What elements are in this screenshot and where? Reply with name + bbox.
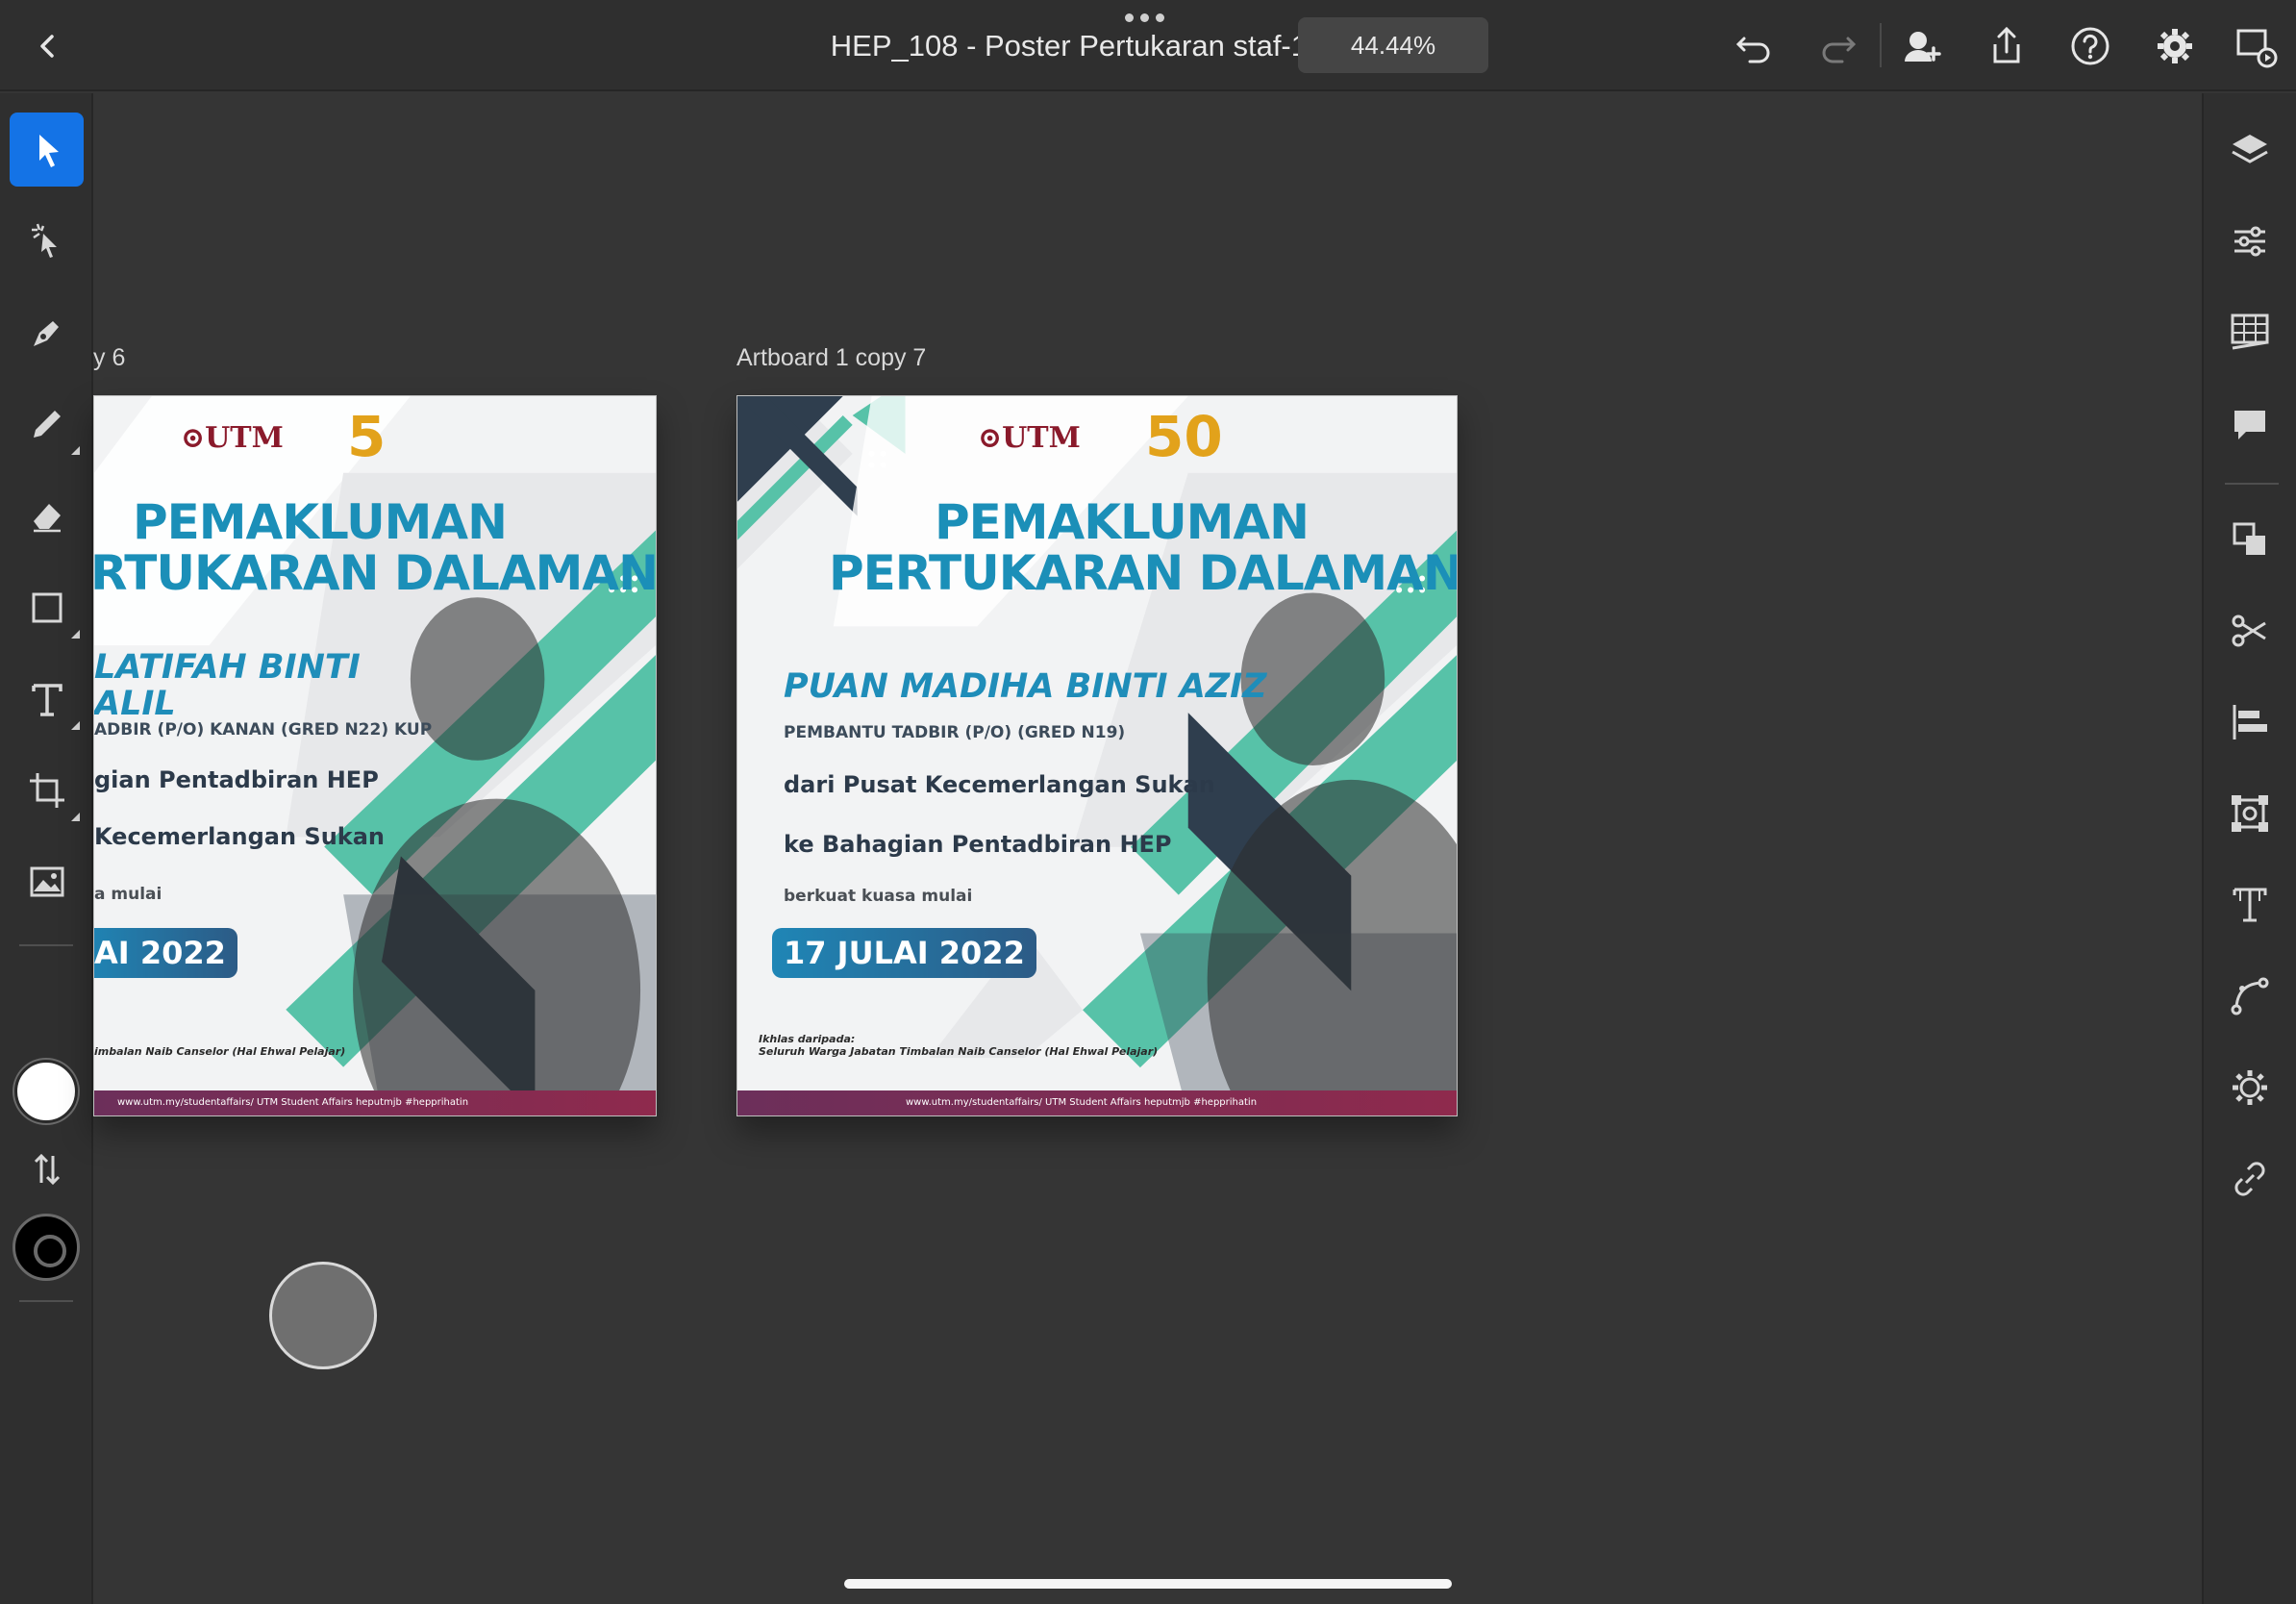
pencil-icon xyxy=(33,410,61,438)
eraser-icon xyxy=(33,503,61,532)
swap-icon xyxy=(34,1153,60,1185)
poster-heading-2: PERTUKARAN DALAMAN xyxy=(829,545,1458,601)
document-title[interactable]: HEP_108 - Poster Pertukaran staf-1 xyxy=(731,29,1308,63)
transfer-line-2: ke Bahagian Pentadbiran HEP xyxy=(784,831,1172,858)
effects-icon[interactable] xyxy=(2227,1065,2273,1111)
staff-position: PEMBANTU TADBIR (P/O) (GRED N19) xyxy=(784,723,1126,742)
from-line: imbalan Naib Canselor (Hal Ehwal Pelajar… xyxy=(94,1045,346,1058)
toolbar-divider xyxy=(1880,23,1882,67)
type-icon[interactable] xyxy=(2227,882,2273,928)
app-window: HEP_108 - Poster Pertukaran staf-1 44.44… xyxy=(0,0,2296,1604)
select-tool[interactable] xyxy=(10,113,84,187)
artboard-label[interactable]: y 6 xyxy=(93,344,125,372)
cut-icon[interactable] xyxy=(2227,608,2273,654)
utm-logo: ⊙UTM xyxy=(978,421,1081,455)
ikhlas-label: Ikhlas daripada: xyxy=(759,1033,856,1045)
touch-shortcut-button[interactable] xyxy=(269,1262,377,1369)
settings-icon[interactable] xyxy=(2152,23,2198,69)
direct-select-icon xyxy=(31,223,57,258)
back-icon[interactable] xyxy=(27,25,69,67)
crop-tool[interactable] xyxy=(10,753,84,827)
help-icon[interactable] xyxy=(2067,23,2113,69)
align-icon[interactable] xyxy=(2227,699,2273,745)
utm-logo-text: UTM xyxy=(1002,421,1081,455)
toolbar-divider xyxy=(19,1300,73,1302)
top-bar: HEP_108 - Poster Pertukaran staf-1 44.44… xyxy=(0,0,2296,91)
staff-name-2: ALIL xyxy=(94,685,176,723)
share-icon[interactable] xyxy=(1984,23,2030,69)
staff-position: ADBIR (P/O) KANAN (GRED N22) KUP xyxy=(94,720,433,739)
comments-icon[interactable] xyxy=(2227,401,2273,447)
poster-footer: www.utm.my/studentaffairs/ UTM Student A… xyxy=(737,1090,1457,1115)
stroke-color-swatch[interactable] xyxy=(12,1214,80,1281)
prototype-icon[interactable] xyxy=(2233,23,2279,69)
pen-icon xyxy=(33,320,59,346)
from-line: Seluruh Warga Jabatan Timbalan Naib Cans… xyxy=(759,1045,1159,1058)
image-tool[interactable] xyxy=(10,844,84,918)
transfer-line-1: gian Pentadbiran HEP xyxy=(94,766,379,793)
rectangle-tool[interactable] xyxy=(10,570,84,644)
poster-footer: www.utm.my/studentaffairs/ UTM Student A… xyxy=(94,1090,656,1115)
home-indicator[interactable] xyxy=(844,1579,1452,1589)
staff-name: PUAN MADIHA BINTI AZIZ xyxy=(784,667,1267,706)
artboard-right[interactable]: ⊙UTM 50 PEMAKLUMAN PERTUKARAN DALAMAN PU… xyxy=(736,395,1458,1116)
panel-divider xyxy=(2225,483,2279,485)
crop-icon xyxy=(29,772,64,808)
effective-label: a mulai xyxy=(94,885,162,904)
poster-heading-1: PEMAKLUMAN xyxy=(935,494,1310,550)
effective-date: AI 2022 xyxy=(94,928,237,978)
effective-date: 17 JULAI 2022 xyxy=(772,928,1036,978)
fill-color-swatch[interactable] xyxy=(14,1060,78,1123)
undo-icon[interactable] xyxy=(1731,23,1777,69)
transform-icon[interactable] xyxy=(2227,790,2273,837)
link-icon[interactable] xyxy=(2227,1156,2273,1202)
eraser-tool[interactable] xyxy=(10,478,84,552)
transfer-line-2: Kecemerlangan Sukan xyxy=(94,823,386,850)
pencil-tool[interactable] xyxy=(10,387,84,461)
staff-name-1: LATIFAH BINTI xyxy=(94,648,361,687)
artboard-left[interactable]: ⊙UTM 5 PEMAKLUMAN RTUKARAN DALAMAN LATIF… xyxy=(93,395,657,1116)
pen-tool[interactable] xyxy=(10,295,84,369)
select-icon xyxy=(38,134,59,167)
poster-heading-2: RTUKARAN DALAMAN xyxy=(93,545,657,601)
artboard-label[interactable]: Artboard 1 copy 7 xyxy=(736,344,926,372)
grid-icon[interactable] xyxy=(2227,310,2273,356)
more-options-icon[interactable] xyxy=(1125,13,1173,29)
arrange-icon[interactable] xyxy=(2227,516,2273,563)
swap-colors-button[interactable] xyxy=(10,1132,84,1206)
utm-logo: ⊙UTM xyxy=(181,421,284,455)
zoom-level[interactable]: 44.44% xyxy=(1298,17,1488,73)
transfer-line-1: dari Pusat Kecemerlangan Sukan xyxy=(784,771,1215,798)
effective-label: berkuat kuasa mulai xyxy=(784,887,973,906)
toolbar-divider xyxy=(19,944,73,946)
add-user-icon[interactable] xyxy=(1899,23,1945,69)
left-toolbar xyxy=(0,93,93,1604)
text-icon xyxy=(31,683,62,716)
properties-icon[interactable] xyxy=(2227,218,2273,264)
anniversary-logo: 50 xyxy=(1145,404,1223,469)
poster-heading-1: PEMAKLUMAN xyxy=(133,494,508,550)
rectangle-icon xyxy=(32,592,62,622)
path-icon[interactable] xyxy=(2227,973,2273,1019)
text-tool[interactable] xyxy=(10,662,84,736)
right-panel xyxy=(2202,93,2296,1604)
layers-icon[interactable] xyxy=(2227,127,2273,173)
direct-select-tool[interactable] xyxy=(10,204,84,278)
redo-icon[interactable] xyxy=(1815,23,1861,69)
anniversary-logo: 5 xyxy=(347,404,387,469)
image-icon xyxy=(30,866,63,896)
